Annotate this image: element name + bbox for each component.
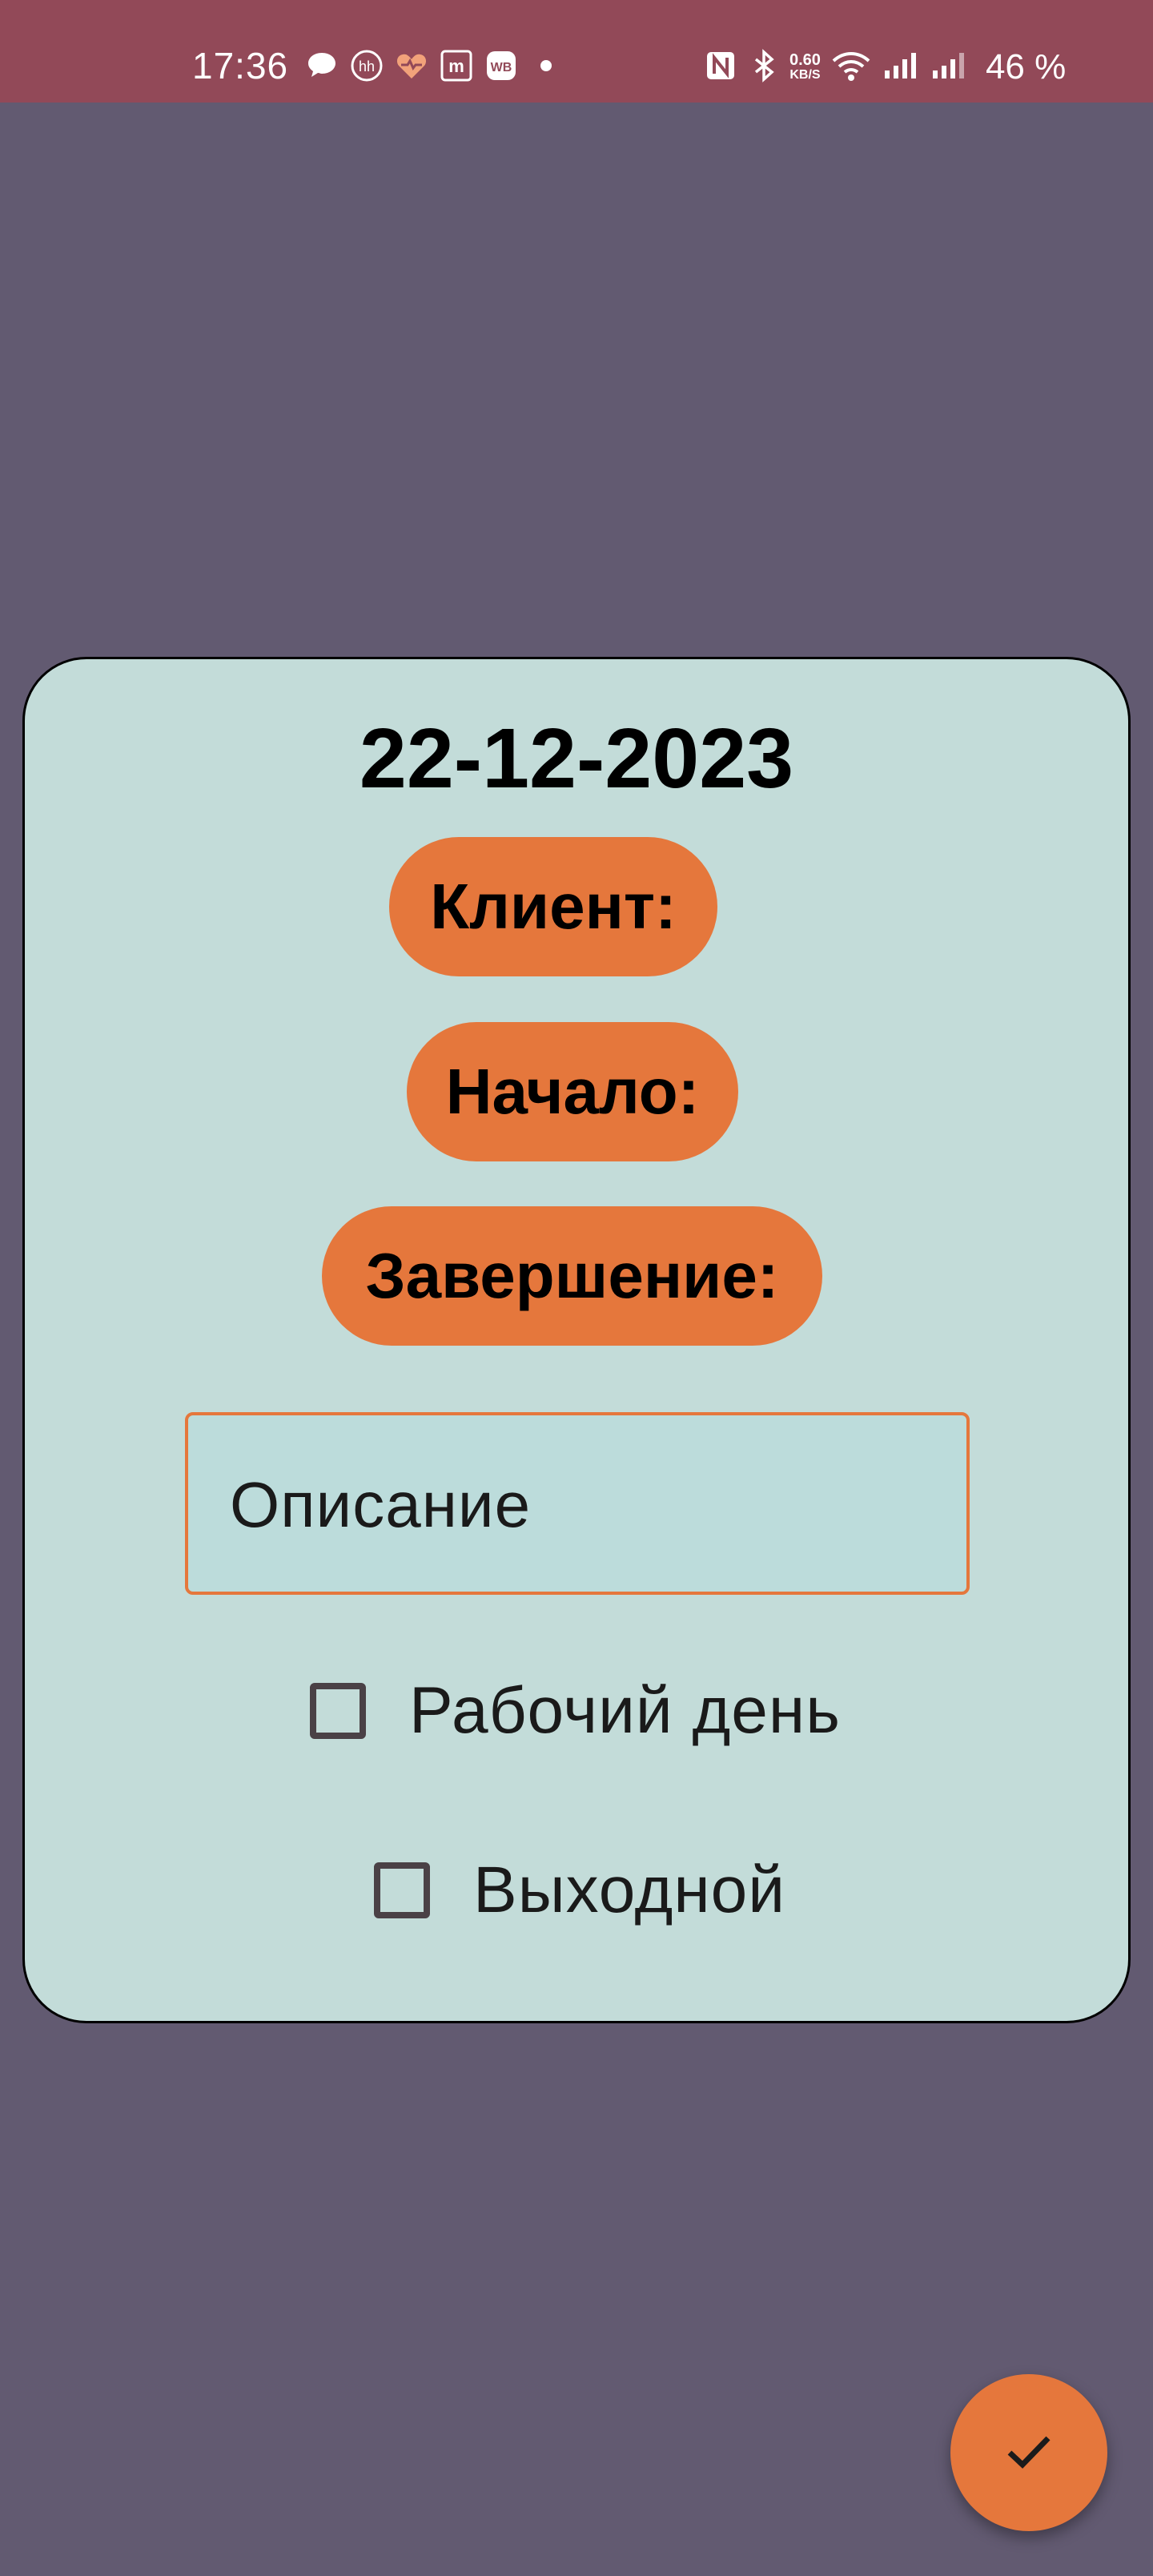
system-status: 0.60 KB/S 46 % xyxy=(703,45,1066,90)
bluetooth-icon xyxy=(748,48,780,87)
confirm-fab-button[interactable] xyxy=(950,2374,1107,2531)
workday-checkbox[interactable] xyxy=(310,1683,366,1739)
svg-text:WB: WB xyxy=(491,61,512,74)
dayoff-checkbox-row[interactable]: Выходной xyxy=(374,1850,785,1930)
description-field[interactable]: Описание xyxy=(185,1412,970,1595)
dayoff-label: Выходной xyxy=(473,1854,786,1926)
notification-icons: hh m WB xyxy=(304,46,564,85)
signal-icon xyxy=(930,48,968,87)
date-title: 22-12-2023 xyxy=(359,711,794,806)
nfc-icon xyxy=(703,48,738,87)
wb-icon: WB xyxy=(484,48,519,83)
check-icon xyxy=(1000,2422,1058,2484)
workday-checkbox-row[interactable]: Рабочий день xyxy=(310,1671,841,1751)
chat-bubble-icon xyxy=(304,48,339,83)
dayoff-checkbox[interactable] xyxy=(374,1862,430,1918)
network-speed-value: 0.60 xyxy=(789,51,821,69)
start-label: Начало: xyxy=(445,1056,700,1127)
client-label: Клиент: xyxy=(430,871,677,942)
start-time-button[interactable]: Начало: xyxy=(407,1022,738,1161)
workday-label: Рабочий день xyxy=(409,1674,841,1747)
battery-level: 46 % xyxy=(985,47,1067,87)
end-label: Завершение: xyxy=(365,1240,779,1311)
wifi-icon xyxy=(830,48,872,87)
status-bar: 17:36 hh m WB 0.60 KB/S 46 % xyxy=(0,0,1153,103)
svg-text:hh: hh xyxy=(359,58,375,74)
end-time-button[interactable]: Завершение: xyxy=(322,1206,822,1346)
heart-rate-icon xyxy=(394,48,429,83)
svg-text:m: m xyxy=(448,56,464,76)
client-button[interactable]: Клиент: xyxy=(389,837,717,976)
m-icon: m xyxy=(439,48,474,83)
hh-icon: hh xyxy=(349,48,384,83)
status-time: 17:36 xyxy=(192,45,289,87)
signal-icon xyxy=(882,48,920,87)
description-placeholder: Описание xyxy=(230,1469,532,1540)
network-speed: 0.60 KB/S xyxy=(789,52,821,83)
network-speed-unit: KB/S xyxy=(789,68,821,82)
schedule-card: 22-12-2023 Клиент: Начало: Завершение: О… xyxy=(22,657,1131,2023)
dot-icon xyxy=(528,48,564,83)
